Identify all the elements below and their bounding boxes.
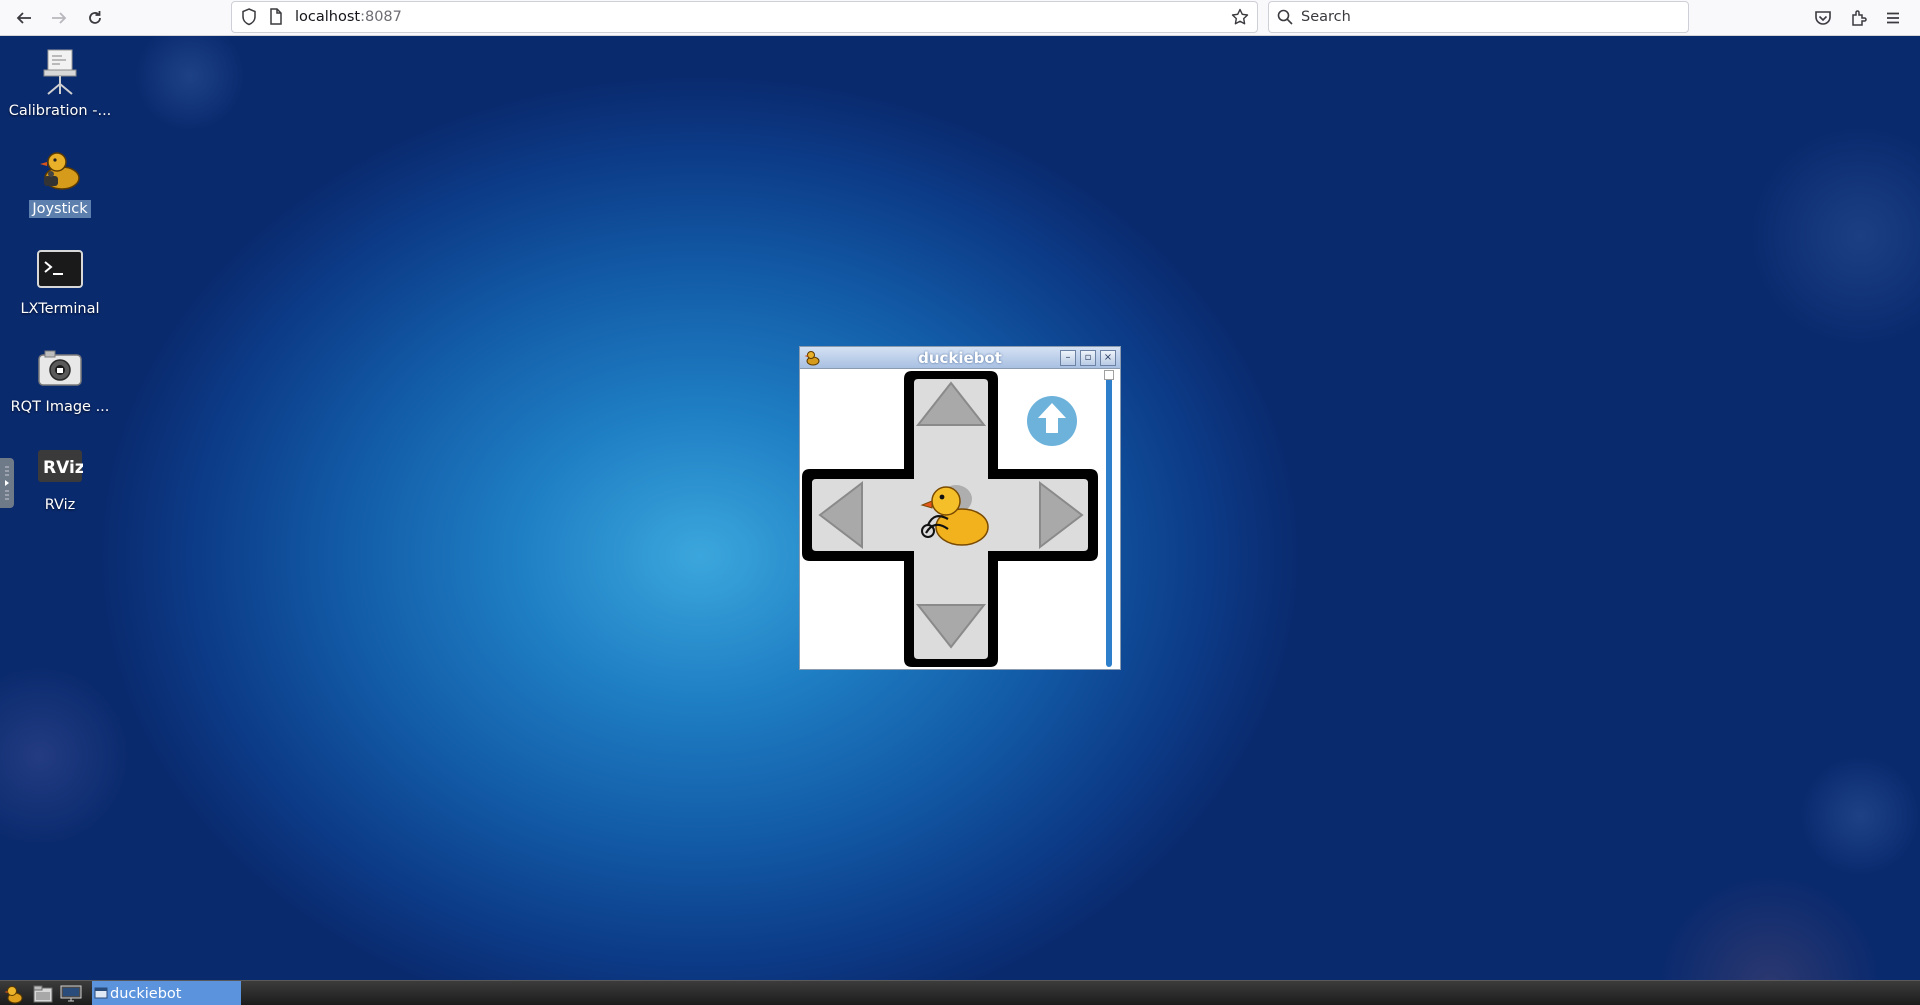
pocket-icon[interactable]: [1810, 5, 1836, 31]
browser-toolbar: localhost:8087 Search: [0, 0, 1920, 36]
close-button[interactable]: ×: [1100, 350, 1116, 366]
menu-icon[interactable]: [1880, 5, 1906, 31]
duckiebot-window[interactable]: duckiebot – ▫ ×: [799, 346, 1121, 670]
desktop-icon-joystick[interactable]: Joystick: [1, 146, 119, 218]
side-panel-handle[interactable]: [0, 458, 14, 508]
duck-menu-icon[interactable]: [3, 983, 25, 1005]
window-titlebar[interactable]: duckiebot – ▫ ×: [800, 347, 1120, 369]
terminal-icon: [36, 246, 84, 294]
star-icon[interactable]: [1231, 8, 1249, 26]
maximize-button[interactable]: ▫: [1080, 350, 1096, 366]
url-port: :8087: [360, 9, 402, 25]
duck-joystick-icon: [36, 146, 84, 194]
camera-icon: [36, 344, 84, 392]
url-bar[interactable]: localhost:8087: [231, 1, 1258, 33]
url-host: localhost: [295, 9, 361, 25]
taskbar-task-duckiebot[interactable]: duckiebot: [92, 981, 241, 1005]
desktop-icon-label: LXTerminal: [20, 301, 100, 317]
reload-icon[interactable]: [82, 5, 108, 31]
desktop-icon-calibration[interactable]: Calibration -...: [1, 48, 119, 120]
extensions-icon[interactable]: [1846, 5, 1872, 31]
calibration-projector-icon: [36, 48, 84, 96]
show-desktop-icon[interactable]: [60, 983, 82, 1005]
file-manager-icon[interactable]: [32, 983, 54, 1005]
rviz-icon: RViz: [36, 442, 84, 490]
window-small-icon: [94, 987, 108, 1001]
taskbar-task-label: duckiebot: [110, 985, 182, 1002]
joystick-panel[interactable]: [800, 369, 1120, 669]
scrollbar-top-button[interactable]: [1104, 370, 1114, 380]
desktop-icon-label: Calibration -...: [8, 103, 112, 119]
taskbar: duckiebot: [0, 980, 1920, 1005]
page-icon[interactable]: [269, 8, 285, 26]
forward-arrow-icon[interactable]: [46, 5, 72, 31]
blue-up-arrow-circle-icon: [1027, 396, 1077, 446]
back-arrow-icon[interactable]: [11, 5, 37, 31]
scrollbar[interactable]: [1106, 373, 1112, 667]
search-placeholder: Search: [1301, 9, 1351, 25]
desktop-icon-rqt-image[interactable]: RQT Image ...: [1, 344, 119, 416]
search-icon: [1277, 9, 1293, 25]
svg-text:RViz: RViz: [43, 458, 83, 478]
desktop-icon-rviz[interactable]: RViz RViz: [1, 442, 119, 514]
desktop-icon-label: RQT Image ...: [10, 399, 110, 415]
desktop-icon-label: Joystick: [29, 200, 91, 218]
desktop-icon-label: RViz: [44, 497, 76, 513]
desktop-icon-lxterminal[interactable]: LXTerminal: [1, 246, 119, 318]
shield-icon[interactable]: [241, 8, 259, 26]
search-bar[interactable]: Search: [1268, 1, 1689, 33]
minimize-button[interactable]: –: [1060, 350, 1076, 366]
